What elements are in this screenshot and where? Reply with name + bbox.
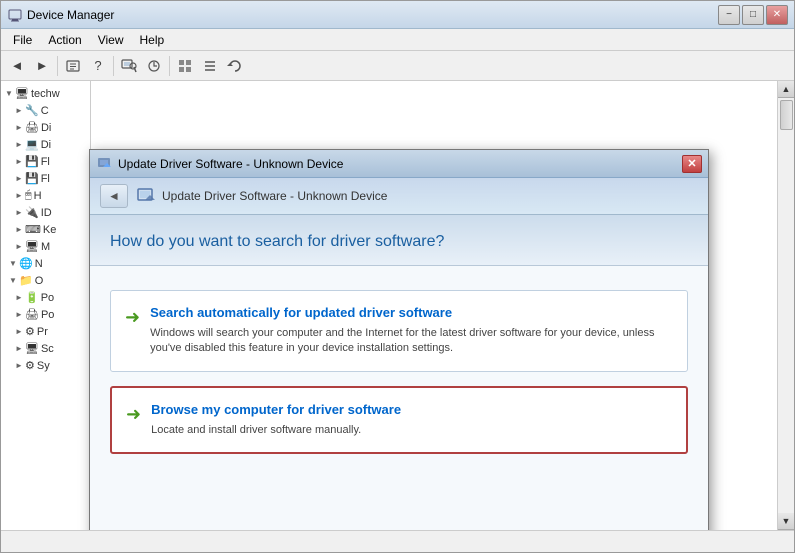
- device-tree: ▼ 🖥 techw ►🔧C ►🖨Di ►💻Di ►💾Fl ►💾Fl ►🖱H ►🔌…: [1, 81, 91, 530]
- browse-desc: Locate and install driver software manua…: [151, 423, 401, 438]
- minimize-button[interactable]: −: [718, 5, 740, 25]
- auto-search-title: Search automatically for updated driver …: [150, 305, 671, 320]
- list-item[interactable]: ►⚙Sy: [1, 357, 90, 374]
- tree-root-icon: 🖥: [15, 87, 29, 100]
- tree-root[interactable]: ▼ 🖥 techw: [1, 85, 90, 102]
- update-driver-dialog: Update Driver Software - Unknown Device …: [89, 149, 709, 530]
- dialog-title-bar: Update Driver Software - Unknown Device …: [90, 150, 708, 178]
- status-bar: [1, 530, 794, 552]
- content-area: ▼ 🖥 techw ►🔧C ►🖨Di ►💻Di ►💾Fl ►💾Fl ►🖱H ►🔌…: [1, 81, 794, 530]
- toolbar-sep-2: [113, 56, 114, 76]
- list-item[interactable]: ►🔋Po: [1, 289, 90, 306]
- browse-arrow: ➜: [126, 404, 141, 425]
- scrollbar[interactable]: ▲ ▼: [777, 81, 794, 530]
- list-item[interactable]: ►🖥Sc: [1, 340, 90, 357]
- auto-search-option[interactable]: ➜ Search automatically for updated drive…: [110, 290, 688, 372]
- toolbar-refresh[interactable]: [223, 54, 247, 78]
- scroll-thumb[interactable]: [780, 100, 793, 130]
- toolbar-properties[interactable]: [61, 54, 85, 78]
- list-item[interactable]: ►💻Di: [1, 136, 90, 153]
- toolbar-sep-3: [169, 56, 170, 76]
- device-manager-window: Device Manager − □ ✕ File Action View He…: [0, 0, 795, 553]
- scroll-down[interactable]: ▼: [778, 513, 795, 530]
- toolbar-sep-1: [57, 56, 58, 76]
- window-close-button[interactable]: ✕: [766, 5, 788, 25]
- list-item[interactable]: ►⌨Ke: [1, 221, 90, 238]
- toolbar-update[interactable]: [142, 54, 166, 78]
- menu-help[interactable]: Help: [132, 31, 173, 49]
- list-item[interactable]: ►🖥M: [1, 238, 90, 255]
- menu-file[interactable]: File: [5, 31, 40, 49]
- menu-view[interactable]: View: [90, 31, 132, 49]
- list-item[interactable]: ►🖱H: [1, 187, 90, 204]
- window-controls: − □ ✕: [718, 5, 788, 25]
- menu-action[interactable]: Action: [40, 31, 89, 49]
- dialog-body: ➜ Search automatically for updated drive…: [90, 266, 708, 530]
- auto-search-desc: Windows will search your computer and th…: [150, 326, 671, 357]
- app-icon: [7, 7, 23, 23]
- search-question: How do you want to search for driver sof…: [110, 233, 688, 251]
- toolbar-help[interactable]: ?: [86, 54, 110, 78]
- dialog-close-button[interactable]: ✕: [682, 155, 702, 173]
- toolbar-scan[interactable]: [117, 54, 141, 78]
- list-item[interactable]: ►⚙Pr: [1, 323, 90, 340]
- list-item[interactable]: ▼🌐N: [1, 255, 90, 272]
- list-item[interactable]: ►🖨Po: [1, 306, 90, 323]
- tree-root-label: techw: [31, 88, 60, 100]
- dialog-content: ◄ Update Driver Software - Unknown Devic…: [90, 178, 708, 530]
- toolbar-view2[interactable]: [198, 54, 222, 78]
- browse-option[interactable]: ➜ Browse my computer for driver software…: [110, 386, 688, 454]
- toolbar-back[interactable]: ◄: [5, 54, 29, 78]
- browse-title: Browse my computer for driver software: [151, 402, 401, 417]
- update-driver-icon: [136, 186, 156, 206]
- scroll-up[interactable]: ▲: [778, 81, 795, 98]
- list-item[interactable]: ►💾Fl: [1, 170, 90, 187]
- toolbar: ◄ ► ?: [1, 51, 794, 81]
- dialog-header-title: Update Driver Software - Unknown Device: [162, 189, 387, 203]
- list-item[interactable]: ►🔌ID: [1, 204, 90, 221]
- window-title: Device Manager: [27, 8, 718, 22]
- toolbar-view1[interactable]: [173, 54, 197, 78]
- dialog-title-text: Update Driver Software - Unknown Device: [118, 157, 682, 171]
- list-item[interactable]: ▼📁O: [1, 272, 90, 289]
- title-bar: Device Manager − □ ✕: [1, 1, 794, 29]
- list-item[interactable]: ►💾Fl: [1, 153, 90, 170]
- dialog-nav-bar: ◄ Update Driver Software - Unknown Devic…: [90, 178, 708, 215]
- list-item[interactable]: ►🔧C: [1, 102, 90, 119]
- maximize-button[interactable]: □: [742, 5, 764, 25]
- toolbar-forward[interactable]: ►: [30, 54, 54, 78]
- auto-search-arrow: ➜: [125, 307, 140, 328]
- dialog-title-icon: [96, 156, 112, 172]
- menu-bar: File Action View Help: [1, 29, 794, 51]
- auto-search-text: Search automatically for updated driver …: [150, 305, 671, 357]
- list-item[interactable]: ►🖨Di: [1, 119, 90, 136]
- dialog-back-button[interactable]: ◄: [100, 184, 128, 208]
- browse-text: Browse my computer for driver software L…: [151, 402, 401, 438]
- tree-root-arrow: ▼: [5, 89, 13, 98]
- dialog-header: How do you want to search for driver sof…: [90, 215, 708, 266]
